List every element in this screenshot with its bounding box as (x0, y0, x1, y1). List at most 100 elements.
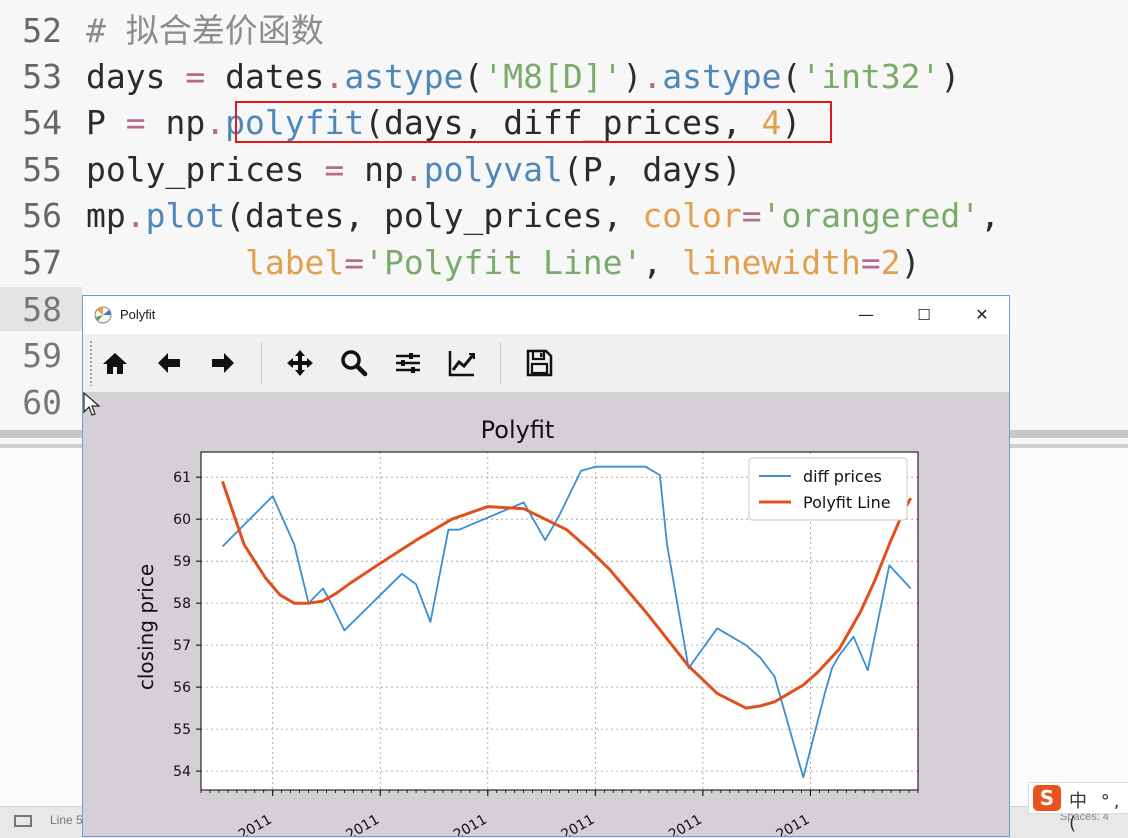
x-tick-label: 2011 (558, 812, 597, 837)
code-token: , (642, 243, 683, 282)
code-token: polyval (423, 150, 563, 189)
line-indicator[interactable]: Line 5 (50, 813, 83, 827)
x-tick-label: 2011 (451, 812, 490, 837)
code-token: # 拟合差价函数 (86, 11, 324, 50)
line-number: 54 (22, 103, 62, 142)
code-token: 'orangered' (761, 196, 981, 235)
y-tick-label: 57 (173, 638, 191, 654)
code-token: (dates, poly_prices, (225, 196, 643, 235)
matplotlib-app-icon (94, 306, 112, 324)
back-arrow-icon[interactable] (153, 347, 185, 379)
line-number: 59 (22, 336, 62, 375)
y-tick-label: 59 (173, 554, 191, 570)
ime-toolbar[interactable]: S 中 °, ( (1028, 782, 1128, 834)
code-token: . (205, 103, 226, 142)
code-token: poly_prices (86, 150, 325, 189)
legend-label: Polyfit Line (803, 493, 891, 512)
polyfit-highlight-box (235, 101, 832, 143)
code-line[interactable]: 52 # 拟合差价函数 (0, 8, 324, 54)
code-token: = (860, 243, 881, 282)
monitor-icon[interactable] (14, 815, 32, 827)
y-tick-label: 56 (173, 680, 191, 696)
code-line[interactable]: 57 label='Polyfit Line', linewidth=2) (0, 240, 921, 286)
line-number: 53 (22, 57, 62, 96)
subplots-icon[interactable] (392, 347, 424, 379)
code-line[interactable]: 55 poly_prices = np.polyval(P, days) (0, 147, 742, 193)
line-number: 58 (22, 290, 62, 329)
minimize-button[interactable]: — (837, 296, 895, 334)
code-token: color (642, 196, 742, 235)
code-token: plot (145, 196, 226, 235)
code-token: 'M8[D]' (483, 57, 623, 96)
maximize-button[interactable]: ☐ (895, 296, 953, 334)
pan-icon[interactable] (284, 347, 316, 379)
mouse-cursor-icon (83, 392, 101, 416)
x-tick-label: 2011 (343, 812, 382, 837)
code-token: = (185, 57, 206, 96)
code-token: label (244, 243, 345, 282)
line-number: 57 (22, 243, 62, 282)
code-token: ) (622, 57, 643, 96)
line-number: 56 (22, 196, 62, 235)
code-token: mp (86, 196, 126, 235)
y-axis-label: closing price (134, 564, 158, 690)
code-token: ) (940, 57, 961, 96)
window-titlebar[interactable]: Polyfit — ☐ ✕ (83, 296, 1009, 334)
legend-label: diff prices (803, 467, 882, 486)
code-token: (P, days) (562, 150, 742, 189)
x-tick-label: 2011 (666, 812, 705, 837)
y-tick-label: 55 (173, 722, 191, 738)
line-number: 52 (22, 11, 62, 50)
toolbar-separator (261, 342, 262, 384)
edit-axis-icon[interactable] (446, 347, 478, 379)
code-token: = (741, 196, 762, 235)
code-token: ( (463, 57, 484, 96)
code-token: 'int32' (801, 57, 941, 96)
code-token: dates (205, 57, 325, 96)
code-token: = (344, 243, 365, 282)
line-number: 60 (22, 383, 62, 422)
code-line[interactable]: 56 mp.plot(dates, poly_prices, color='ora… (0, 193, 1000, 239)
code-token: 'Polyfit Line' (364, 243, 643, 282)
code-token: np (344, 150, 404, 189)
y-tick-label: 60 (173, 512, 191, 528)
code-token: ) (900, 243, 921, 282)
line-number: 55 (22, 150, 62, 189)
code-token: , (980, 196, 1000, 235)
close-button[interactable]: ✕ (953, 296, 1009, 334)
chart-title: Polyfit (481, 416, 555, 444)
y-tick-label: 61 (173, 470, 191, 486)
zoom-icon[interactable] (338, 347, 370, 379)
code-token: astype (344, 57, 464, 96)
code-token: = (324, 150, 345, 189)
code-token: ( (781, 57, 802, 96)
toolbar-grip[interactable] (89, 340, 93, 386)
sogou-ime-icon[interactable]: S (1033, 785, 1061, 811)
figure-window[interactable]: Polyfit — ☐ ✕ 54 55 56 57 58 59 60 61 20… (82, 295, 1010, 837)
code-token: = (125, 103, 146, 142)
y-tick-label: 54 (173, 764, 191, 780)
code-token: . (642, 57, 663, 96)
toolbar-separator (500, 342, 501, 384)
code-token: np (145, 103, 206, 142)
code-token: linewidth (682, 243, 861, 282)
save-icon[interactable] (523, 347, 555, 379)
home-icon[interactable] (99, 347, 131, 379)
x-tick-label: 2011 (236, 812, 275, 837)
code-token: astype (662, 57, 782, 96)
polyfit-chart: 54 55 56 57 58 59 60 61 2011 2011 2011 2011 2011 2011… (134, 416, 919, 837)
y-tick-label: 58 (173, 596, 191, 612)
forward-arrow-icon[interactable] (207, 347, 239, 379)
code-token: . (125, 196, 146, 235)
navigation-toolbar (83, 334, 1009, 392)
ime-mode-text[interactable]: 中 °, ( (1069, 787, 1128, 834)
code-token: P (86, 103, 126, 142)
code-line[interactable]: 60 (0, 380, 86, 426)
code-line[interactable]: 59 (0, 333, 86, 379)
code-line[interactable]: 58 (0, 287, 86, 333)
figure-canvas[interactable]: 54 55 56 57 58 59 60 61 2011 2011 2011 2011 2011 2011… (83, 392, 1009, 837)
code-line[interactable]: 53 days = dates.astype('M8[D]').astype('i… (0, 54, 960, 100)
x-tick-label: 2011 (774, 812, 813, 837)
code-token: days (86, 57, 186, 96)
